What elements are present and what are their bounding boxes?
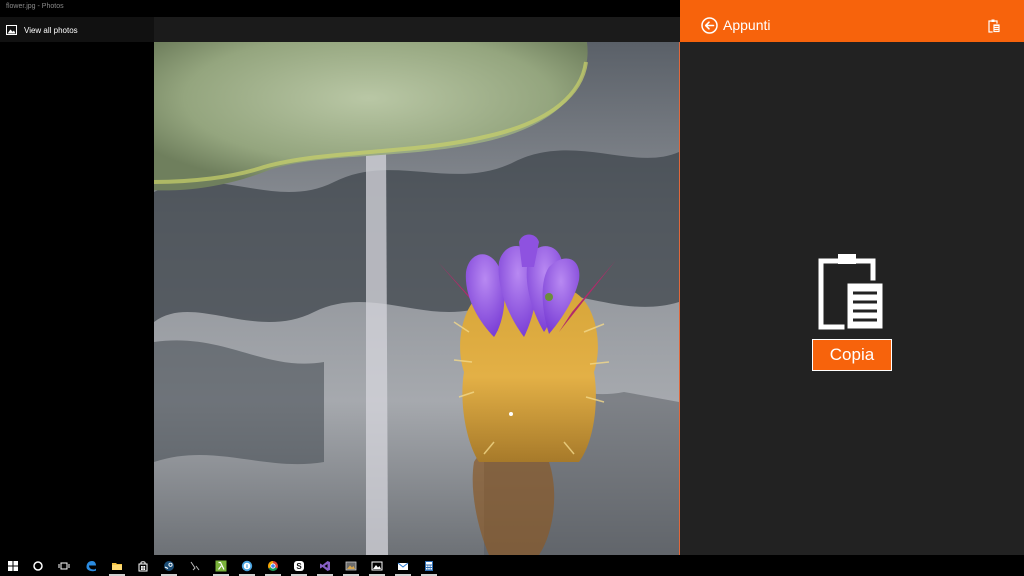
app-button[interactable]	[184, 556, 206, 576]
lambda-app-icon	[215, 560, 227, 572]
store-button[interactable]	[132, 556, 154, 576]
photos-button[interactable]	[366, 556, 388, 576]
info-app-button[interactable]	[236, 556, 258, 576]
edge-button[interactable]	[80, 556, 102, 576]
info-app-icon	[241, 560, 253, 572]
file-explorer-button[interactable]	[106, 556, 128, 576]
photos-window: flower.jpg - Photos View all photos	[0, 0, 680, 555]
clipboard-icon	[818, 254, 886, 332]
start-button[interactable]	[2, 556, 24, 576]
mail-icon	[397, 562, 409, 570]
skype-icon: S	[294, 561, 304, 571]
start-icon	[8, 561, 18, 571]
back-arrow-icon[interactable]	[701, 17, 718, 34]
task-view-button[interactable]	[53, 556, 75, 576]
cortana-button[interactable]	[27, 556, 49, 576]
calculator-button[interactable]	[418, 556, 440, 576]
view-all-photos-label: View all photos	[24, 25, 78, 35]
mail-button[interactable]	[392, 556, 414, 576]
cortana-icon	[33, 561, 43, 571]
chrome-icon	[268, 561, 278, 571]
image-app-button[interactable]	[340, 556, 362, 576]
nav-panel: View all photos	[0, 17, 154, 42]
steam-icon	[164, 561, 174, 571]
window-title: flower.jpg - Photos	[6, 3, 64, 10]
chrome-button[interactable]	[262, 556, 284, 576]
photo-viewer[interactable]	[154, 42, 679, 555]
store-icon	[138, 561, 148, 572]
taskbar: S	[0, 555, 1024, 576]
svg-text:S: S	[296, 562, 302, 571]
steam-button[interactable]	[158, 556, 180, 576]
image-app-icon	[345, 561, 357, 571]
paste-icon[interactable]	[988, 19, 1001, 33]
title-bar: flower.jpg - Photos	[0, 0, 680, 17]
view-all-photos-button[interactable]: View all photos	[6, 23, 78, 37]
app-icon	[190, 561, 200, 571]
file-explorer-icon	[112, 563, 122, 570]
photo-icon	[6, 25, 17, 35]
copy-button[interactable]: Copia	[812, 339, 892, 371]
photos-toolbar: View all photos	[0, 17, 680, 42]
lambda-app-button[interactable]	[210, 556, 232, 576]
visual-studio-icon	[320, 561, 330, 571]
flower-photo	[154, 42, 679, 555]
app-header: Appunti	[680, 0, 1024, 42]
task-view-icon	[58, 562, 70, 570]
app-title: Appunti	[723, 17, 771, 33]
photos-icon	[371, 561, 383, 571]
skype-button[interactable]: S	[288, 556, 310, 576]
calculator-icon	[425, 561, 433, 571]
visual-studio-button[interactable]	[314, 556, 336, 576]
edge-icon	[86, 561, 96, 572]
